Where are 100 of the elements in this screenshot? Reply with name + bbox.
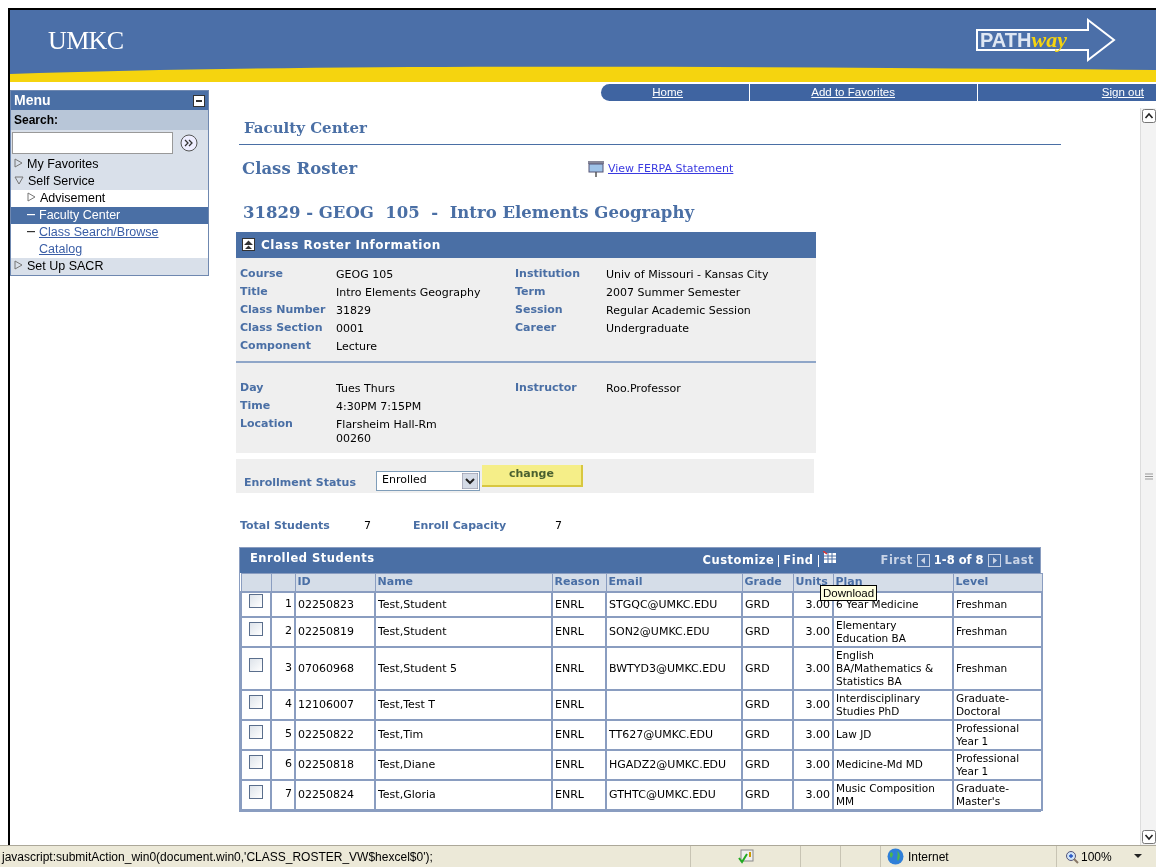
row-checkbox[interactable] (249, 658, 263, 673)
change-button[interactable]: change (481, 464, 583, 487)
zone-label: Internet (908, 848, 949, 866)
ferpa-link[interactable]: View FERPA Statement (608, 161, 734, 178)
column-header[interactable]: Reason (552, 573, 606, 592)
table-cell: Test,Student 5 (375, 646, 552, 690)
table-cell: GRD (742, 646, 793, 690)
row-checkbox[interactable] (249, 724, 263, 739)
status-select[interactable]: Enrolled (375, 470, 480, 491)
table-cell: Test,Student (375, 591, 552, 617)
field-value: 4:30PM 7:15PM (336, 398, 422, 415)
row-number: 7 (271, 779, 295, 810)
table-cell: Graduate-Master's (953, 779, 1042, 810)
next-icon[interactable] (987, 554, 1001, 567)
field-value: Univ of Missouri - Kansas City (606, 266, 769, 283)
row-checkbox[interactable] (249, 594, 263, 609)
row-number: 4 (271, 689, 295, 720)
table-cell: Test,Test T (375, 689, 552, 720)
table-cell: Test,Diane (375, 749, 552, 780)
table-cell: Freshman (953, 646, 1042, 690)
dropdown-caret-icon[interactable] (1133, 854, 1142, 859)
table-cell: Professional Year 1 (953, 749, 1042, 780)
table-cell: Medicine-Md MD (833, 749, 953, 780)
panel-title: Class Roster Information (261, 236, 441, 254)
table-cell: GRD (742, 616, 793, 647)
scrollbar[interactable] (1140, 108, 1156, 845)
zoom-level[interactable]: 100% (1081, 847, 1112, 866)
field-value: Roo.Professor (606, 380, 681, 397)
presentation-board-icon (587, 160, 605, 179)
table-cell: 3.00 (793, 689, 833, 720)
row-number: 6 (271, 749, 295, 780)
collapsed-triangle-icon[interactable] (27, 192, 36, 202)
table-cell: Professional Year 1 (953, 719, 1042, 750)
pager-last[interactable]: Last (1004, 551, 1034, 570)
expanded-triangle-icon[interactable] (14, 176, 24, 185)
logo[interactable]: UMKC (48, 28, 124, 54)
field-value: Undergraduate (606, 320, 690, 337)
table-cell: Elementary Education BA (833, 616, 953, 647)
menu-item[interactable]: Advisement (40, 190, 106, 207)
table-cell: ENRL (552, 591, 606, 617)
grid-tool-link[interactable]: Customize (702, 551, 775, 570)
pager-first[interactable]: First (880, 551, 913, 570)
collapsed-triangle-icon[interactable] (14, 158, 23, 168)
field-value: GEOG 105 (336, 266, 394, 283)
table-cell: 02250822 (295, 719, 375, 750)
search-field[interactable] (12, 132, 173, 154)
table-cell: ENRL (552, 779, 606, 810)
row-checkbox[interactable] (249, 754, 263, 769)
column-header[interactable]: Grade (742, 573, 793, 592)
field-label: Term (515, 283, 547, 300)
collapse-icon[interactable] (193, 94, 205, 107)
table-cell: Graduate-Doctoral (953, 689, 1042, 720)
table-cell: Test,Tim (375, 719, 552, 750)
brand-logo[interactable]: PATHway (976, 18, 1116, 62)
table-cell: 3.00 (793, 749, 833, 780)
tooltip: Download (820, 585, 878, 601)
row-checkbox[interactable] (249, 784, 263, 799)
table-cell: GRD (742, 749, 793, 780)
scroll-grip-icon[interactable] (1144, 473, 1153, 480)
scroll-up-icon[interactable] (1141, 109, 1156, 123)
spreadsheet-icon[interactable] (822, 551, 837, 564)
grid-tool-link[interactable]: Find (783, 551, 814, 570)
column-header[interactable]: Level (953, 573, 1042, 592)
row-number: 2 (271, 616, 295, 647)
menu-title: Menu (14, 91, 51, 110)
page-title: Faculty Center (244, 119, 367, 137)
row-checkbox[interactable] (249, 621, 263, 636)
table-cell: ENRL (552, 719, 606, 750)
page-check-icon (736, 848, 755, 865)
row-number: 3 (271, 646, 295, 690)
table-cell: GRD (742, 689, 793, 720)
table-cell: BWTYD3@UMKC.EDU (606, 646, 742, 690)
row-checkbox[interactable] (249, 694, 263, 709)
field-value: Tues Thurs (336, 380, 395, 397)
field-label: Session (515, 301, 564, 318)
column-header[interactable]: Name (375, 573, 552, 592)
collapsed-triangle-icon[interactable] (14, 260, 23, 270)
field-label: Course (240, 265, 284, 282)
go-icon[interactable] (180, 134, 198, 152)
menu-item[interactable]: Class Search/Browse Catalog (39, 224, 204, 258)
table-cell: 02250819 (295, 616, 375, 647)
table-cell: GTHTC@UMKC.EDU (606, 779, 742, 810)
column-header[interactable]: ID (295, 573, 375, 592)
grid-title: Enrolled Students (250, 550, 375, 568)
dropdown-caret-icon (461, 472, 478, 489)
column-header[interactable]: Email (606, 573, 742, 592)
zoom-icon[interactable] (1065, 849, 1079, 864)
previous-icon[interactable] (916, 554, 930, 567)
total-label: Enroll Capacity (413, 517, 508, 534)
class-heading: 31829 - GEOG 105 - Intro Elements Geography (243, 202, 694, 222)
table-cell: GRD (742, 719, 793, 750)
nav-link[interactable]: Home (652, 83, 683, 102)
collapse-arrow-icon[interactable] (242, 238, 255, 251)
table-cell: 12106007 (295, 689, 375, 720)
table-cell: ENRL (552, 689, 606, 720)
scroll-down-icon[interactable] (1141, 830, 1156, 844)
table-cell: GRD (742, 779, 793, 810)
field-value: Regular Academic Session (606, 302, 751, 319)
nav-link[interactable]: Sign out (1101, 83, 1144, 102)
nav-link[interactable]: Add to Favorites (811, 83, 895, 102)
